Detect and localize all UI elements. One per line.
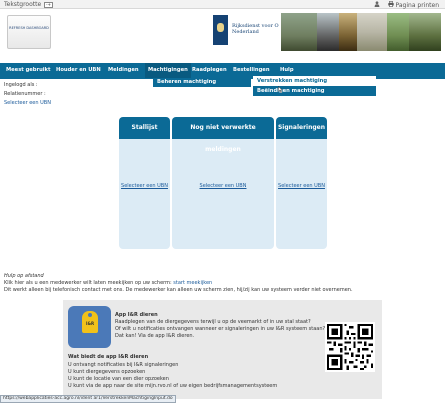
app-intro-3: Dat kan! Via de app I&R dieren. (115, 333, 195, 339)
app-logo-text: I&R (85, 321, 95, 326)
tile-select-ubn-link[interactable]: Selecteer een UBN (276, 183, 327, 189)
text-size-control: Tekstgrootte -+ (4, 1, 53, 8)
dropdown-beheren: Beheren machtiging (153, 78, 251, 87)
print-label: Pagina printen (395, 2, 439, 9)
nav-houder-en-ubn[interactable]: Houder en UBN (56, 63, 101, 78)
government-logo: Rijksdienst voor O Nederland (213, 13, 281, 53)
tile-nog-niet-verwerkte-meldingen: Nog niet verwerkte meldingen Selecteer e… (172, 117, 274, 249)
header-photo-cows (409, 13, 441, 51)
header-photo-goat (387, 13, 409, 51)
print-icon (387, 1, 394, 7)
nav-meldingen[interactable]: Meldingen (108, 63, 139, 78)
app-benefits-heading: Wat biedt de app I&R dieren (68, 354, 149, 360)
refresh-dashboard-button[interactable]: REFRESH DASHBOARD (7, 15, 51, 49)
qr-code-icon (325, 322, 375, 372)
tile-title: Stallijst (119, 117, 170, 139)
logged-in-label: Ingelogd als : (4, 82, 38, 88)
help-line1: Klik hier als u een medewerker wilt late… (4, 280, 212, 286)
mouse-cursor-icon (278, 86, 283, 93)
menu-item-beeindigen-machtiging[interactable]: Beëindigen machtiging (253, 86, 376, 96)
browser-status-url: https://webapplicaties-acc.agro.nl/ident… (0, 395, 176, 403)
menu-item-verstrekken-machtiging[interactable]: Verstrekken machtiging (253, 76, 376, 86)
gov-emblem-icon (213, 15, 228, 45)
nav-raadplegen[interactable]: Raadplegen (192, 63, 227, 78)
app-promo-box: I&R App I&R dieren Raadplegen van de die… (63, 300, 382, 399)
app-logo: I&R (68, 306, 111, 348)
app-benefit: U kunt de locatie van een dier opzoeken (68, 376, 169, 382)
text-size-buttons[interactable]: -+ (44, 1, 53, 8)
help-line1-text: Klik hier als u een medewerker wilt late… (4, 280, 174, 286)
select-ubn-link[interactable]: Selecteer een UBN (4, 100, 51, 106)
nav-meest-gebruikt[interactable]: Meest gebruikt (6, 63, 50, 78)
relation-label: Relatienummer : (4, 91, 46, 97)
main-nav: Meest gebruikt Houder en UBN Meldingen M… (0, 63, 445, 78)
app-benefit: U ontvangt notificaties bij I&R signaler… (68, 362, 179, 368)
tile-signaleringen: Signaleringen Selecteer een UBN (276, 117, 327, 249)
user-area[interactable] (374, 1, 380, 9)
nav-machtigingen[interactable]: Machtigingen (145, 63, 191, 78)
header-photo-sheep (357, 13, 387, 51)
app-benefit: U kunt diergegevens opzoeken (68, 369, 146, 375)
text-size-label: Tekstgrootte (4, 1, 42, 8)
header-photo-dog (317, 13, 339, 51)
page-header: REFRESH DASHBOARD Rijksdienst voor O Ned… (0, 9, 445, 55)
app-intro-1: Raadplegen van de diergegevens terwijl u… (115, 319, 311, 325)
app-heading: App I&R dieren (115, 312, 158, 318)
utility-bar: Tekstgrootte -+ Pagina printen (0, 0, 445, 9)
header-photo-farm (281, 13, 317, 51)
help-line2: Dit werkt alleen bij telefonisch contact… (4, 287, 353, 293)
tile-select-ubn-link[interactable]: Selecteer een UBN (172, 183, 274, 189)
help-title: Hulp op afstand (4, 273, 44, 279)
menu-item-beheren-machtiging[interactable]: Beheren machtiging (157, 78, 251, 87)
start-meekijken-link[interactable]: start meekijken (173, 280, 212, 286)
print-button[interactable]: Pagina printen (387, 1, 439, 9)
gov-name: Rijksdienst voor O Nederland (232, 23, 284, 35)
dropdown-machtigingen: Verstrekken machtiging Beëindigen machti… (253, 76, 376, 96)
user-icon (374, 1, 379, 7)
app-benefit: U kunt via de app naar de site mijn.rvo.… (68, 383, 278, 389)
app-intro-2: Of wilt u notificaties ontvangen wanneer… (115, 326, 326, 332)
header-photo-horse (339, 13, 357, 51)
tile-stallijst: Stallijst Selecteer een UBN (119, 117, 170, 249)
tile-select-ubn-link[interactable]: Selecteer een UBN (119, 183, 170, 189)
gov-name-line2: Nederland (232, 29, 259, 35)
tile-title: Signaleringen (276, 117, 327, 139)
tile-title: Nog niet verwerkte meldingen (172, 117, 274, 153)
